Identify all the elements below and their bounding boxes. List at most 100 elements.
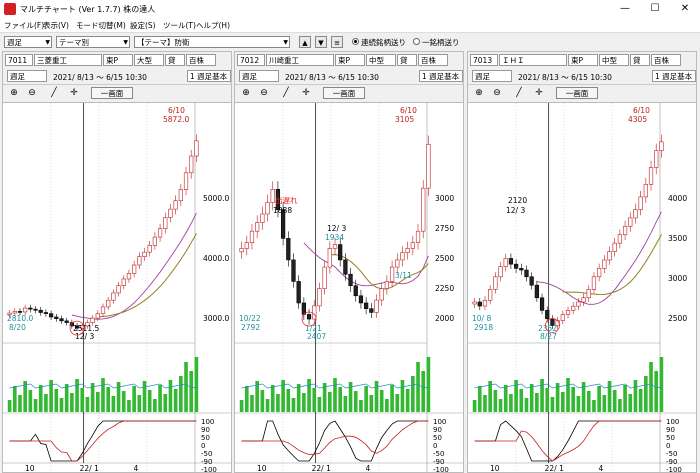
basis-select[interactable]: 1 週足基本 bbox=[187, 70, 231, 82]
lending-badge: 貸 bbox=[165, 54, 185, 66]
stock-code[interactable]: 7011 bbox=[5, 54, 33, 66]
stock-name[interactable]: ＩＨＩ bbox=[499, 54, 567, 66]
x-tick: 22/ 1 bbox=[80, 464, 99, 472]
candle bbox=[602, 255, 607, 274]
candle bbox=[28, 304, 33, 313]
x-tick: 10 bbox=[490, 464, 500, 472]
theme-select[interactable]: 【テーマ】防衛 ▼ bbox=[134, 36, 290, 48]
candle bbox=[633, 203, 638, 224]
one-screen-button[interactable]: 一画面 bbox=[323, 87, 365, 99]
stock-code[interactable]: 7012 bbox=[237, 54, 265, 66]
menu-help[interactable]: ヘルプ(H) bbox=[196, 20, 230, 31]
draw-line-icon[interactable]: ╱ bbox=[512, 87, 526, 100]
minimize-button[interactable]: — bbox=[610, 1, 640, 17]
candle bbox=[529, 272, 534, 290]
crosshair-icon[interactable]: ✛ bbox=[532, 87, 546, 100]
crosshair-icon[interactable]: ✛ bbox=[67, 87, 81, 100]
price-annotation: 6/10 bbox=[168, 106, 185, 115]
volume-bar bbox=[524, 398, 529, 412]
stock-name[interactable]: 川崎重工 bbox=[266, 54, 334, 66]
zoom-out-icon[interactable]: ⊖ bbox=[25, 87, 39, 100]
stock-name[interactable]: 三菱重工 bbox=[34, 54, 102, 66]
candle bbox=[364, 297, 369, 315]
volume-bar bbox=[374, 381, 379, 412]
volume-bar bbox=[44, 394, 48, 412]
volume-bar bbox=[132, 386, 136, 412]
volume-bar bbox=[535, 393, 539, 412]
volume-bar bbox=[153, 399, 157, 412]
volume-bar bbox=[498, 399, 503, 412]
candle bbox=[121, 275, 126, 290]
price-annotation: 2810.0 bbox=[7, 314, 33, 323]
one-screen-button[interactable]: 一画面 bbox=[91, 87, 133, 99]
stock-code[interactable]: 7013 bbox=[470, 54, 498, 66]
menu-tools[interactable]: ツール(T) bbox=[163, 20, 196, 31]
one-screen-button[interactable]: 一画面 bbox=[556, 87, 598, 99]
menu-mode[interactable]: モード切替(M) bbox=[76, 20, 126, 31]
zoom-in-icon[interactable]: ⊕ bbox=[472, 87, 486, 100]
size-badge: 中型 bbox=[599, 54, 629, 66]
close-button[interactable]: ✕ bbox=[670, 1, 700, 17]
volume-bar bbox=[483, 395, 487, 412]
volume-bar bbox=[137, 395, 142, 412]
draw-line-icon[interactable]: ╱ bbox=[279, 87, 293, 100]
basis-select[interactable]: 1 週足基本 bbox=[652, 70, 696, 82]
list-button[interactable]: ≡ bbox=[331, 36, 343, 48]
menu-file[interactable]: ファイル(F) bbox=[4, 20, 44, 31]
crosshair-icon[interactable]: ✛ bbox=[299, 87, 313, 100]
volume-bar bbox=[265, 399, 270, 412]
group-select[interactable]: テーマ別 ▼ bbox=[56, 36, 130, 48]
unit-badge: 百株 bbox=[186, 54, 216, 66]
basis-select[interactable]: 1 週足基本 bbox=[419, 70, 463, 82]
candle bbox=[617, 229, 623, 249]
price-tick: 4000 bbox=[668, 194, 687, 203]
x-tick: 4 bbox=[134, 464, 139, 472]
price-chart[interactable]: 4000 3500 3000 2500 10090500-50-90-100 10 22/ … bbox=[468, 103, 696, 472]
zoom-out-icon[interactable]: ⊖ bbox=[490, 87, 504, 100]
zoom-out-icon[interactable]: ⊖ bbox=[257, 87, 271, 100]
zoom-in-icon[interactable]: ⊕ bbox=[7, 87, 21, 100]
period-select[interactable]: 週足 ▼ bbox=[4, 36, 52, 48]
price-chart[interactable]: 5000.0 4000.0 3000.0 10090500-50-90-100 10 22… bbox=[3, 103, 231, 472]
price-chart[interactable]: 3000 2750 2500 2250 2000 10090500-50-90-100 10… bbox=[235, 103, 463, 472]
volume-bar bbox=[633, 380, 638, 412]
zoom-in-icon[interactable]: ⊕ bbox=[239, 87, 253, 100]
volume-bar bbox=[121, 391, 126, 412]
maximize-button[interactable]: ☐ bbox=[640, 1, 670, 17]
volume-bar bbox=[586, 391, 591, 412]
volume-bar bbox=[302, 393, 306, 412]
candle bbox=[189, 149, 194, 179]
panel-period-select[interactable]: 週足 bbox=[472, 70, 512, 82]
volume-bar bbox=[142, 381, 147, 412]
volume-bar bbox=[239, 400, 244, 412]
draw-line-icon[interactable]: ╱ bbox=[47, 87, 61, 100]
panel-period-select[interactable]: 週足 bbox=[7, 70, 47, 82]
candle bbox=[498, 261, 503, 282]
date-range: 2021/ 8/13 ～ 6/15 10:30 bbox=[53, 73, 147, 82]
candle bbox=[157, 223, 163, 242]
volume-bar bbox=[270, 385, 275, 412]
menu-view[interactable]: 表示(V) bbox=[43, 20, 69, 31]
candle bbox=[260, 206, 265, 230]
candle bbox=[48, 310, 54, 321]
volume-bar bbox=[509, 394, 513, 412]
radio-continuous[interactable] bbox=[352, 38, 359, 45]
volume-bar bbox=[101, 378, 105, 412]
volume-bar bbox=[416, 362, 420, 412]
price-tick: 2500 bbox=[435, 254, 454, 263]
menu-settings[interactable]: 設定(S) bbox=[130, 20, 156, 31]
theme-select-value: 【テーマ】防衛 bbox=[137, 38, 190, 47]
chart-panel-7012: 7012 川崎重工 東P 中型 貸 百株 週足 2021/ 8/13 ～ 6/1… bbox=[234, 51, 464, 473]
volume-bar bbox=[85, 397, 90, 412]
candle bbox=[183, 166, 189, 196]
volume-bar bbox=[70, 393, 74, 412]
next-button[interactable]: ▼ bbox=[315, 36, 327, 48]
prev-button[interactable]: ▲ bbox=[299, 36, 311, 48]
volume-bar bbox=[296, 384, 301, 412]
volume-bar bbox=[477, 386, 482, 412]
price-annotation: 3/11 bbox=[395, 271, 412, 280]
radio-single[interactable] bbox=[413, 38, 420, 45]
volume-bar bbox=[75, 379, 79, 412]
panel-period-select[interactable]: 週足 bbox=[239, 70, 279, 82]
volume-bar bbox=[618, 399, 622, 412]
